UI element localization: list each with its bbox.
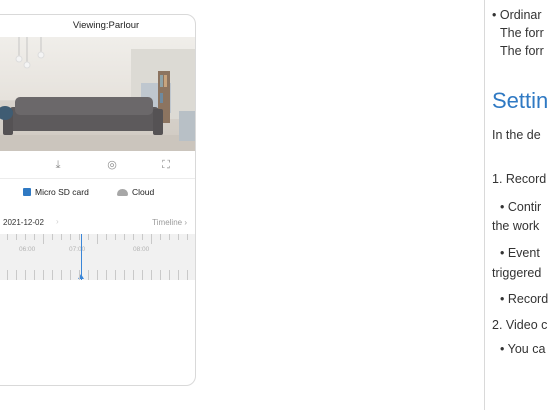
timeline-tick (7, 234, 8, 240)
timeline-tick (79, 270, 80, 280)
doc-line: The forr (500, 44, 544, 58)
timeline-tick (88, 270, 89, 280)
column-divider (484, 0, 485, 410)
timeline-tick (133, 234, 134, 240)
doc-line: 1. Record (492, 172, 547, 186)
section-heading: Settin (492, 88, 549, 113)
timeline-tick (169, 234, 170, 240)
living-room-scene (0, 37, 195, 151)
micro-sd-option[interactable]: Micro SD card (23, 187, 89, 197)
timeline-tick (124, 234, 125, 240)
doc-line: the work (492, 219, 540, 233)
timeline-tick (25, 270, 26, 280)
cloud-option[interactable]: Cloud (117, 187, 154, 197)
micro-sd-label: Micro SD card (35, 187, 89, 197)
timeline-tick (133, 270, 134, 280)
timeline-tick (70, 234, 71, 240)
timeline-tick (106, 270, 107, 280)
doc-line: • You ca (500, 342, 546, 356)
sd-card-icon (23, 188, 31, 196)
phone-panel: Viewing:Parlour ⤓ ◎ ⛶ Micro SD card Clou… (0, 14, 196, 386)
doc-line: triggered (492, 266, 542, 280)
timeline-tick (115, 270, 116, 280)
timeline-tick (160, 270, 161, 280)
timeline-tick (97, 234, 98, 244)
timeline-tick (142, 234, 143, 240)
timeline-label-0800: 08:00 (133, 246, 150, 253)
timeline-tick (115, 234, 116, 240)
playback-controls: ⤓ ◎ ⛶ (0, 152, 195, 179)
timeline-scrubber[interactable]: 06:00 07:00 08:00 (0, 234, 195, 280)
timeline-tick (88, 234, 89, 240)
cloud-icon (117, 188, 128, 196)
timeline-tick (151, 234, 152, 244)
download-icon[interactable]: ⤓ (51, 158, 65, 172)
timeline-tick (178, 270, 179, 280)
timeline-tick (16, 270, 17, 280)
live-video[interactable] (0, 37, 195, 151)
date-selector: 2021-12-02 › Timeline › (0, 215, 195, 235)
doc-line: • Contir (500, 200, 542, 214)
doc-line: • Event (500, 246, 540, 260)
timeline-tick (16, 234, 17, 240)
doc-line: The forr (500, 26, 544, 40)
timeline-tick (34, 270, 35, 280)
timeline-tick (61, 234, 62, 240)
timeline-tick (52, 270, 53, 280)
date-value[interactable]: 2021-12-02 (3, 218, 44, 227)
doc-line: • Record (500, 292, 549, 306)
timeline-tick (187, 234, 188, 240)
timeline-tick (25, 234, 26, 240)
timeline-tick (160, 234, 161, 240)
cloud-label: Cloud (132, 187, 155, 197)
timeline-tick (61, 270, 62, 280)
timeline-tick (106, 234, 107, 240)
storage-selector: Micro SD card Cloud (0, 180, 195, 206)
timeline-tick (43, 270, 44, 280)
timeline-tick (79, 234, 80, 240)
timeline-link[interactable]: Timeline › (152, 218, 187, 227)
next-date-icon[interactable]: › (56, 217, 59, 226)
document-column: • Ordinar The forr The forr Settin In th… (492, 0, 559, 410)
timeline-tick (34, 234, 35, 240)
fullscreen-icon[interactable]: ⛶ (159, 158, 173, 172)
timeline-label-0700: 07:00 (69, 246, 86, 253)
timeline-tick (97, 270, 98, 280)
timeline-tick (7, 270, 8, 280)
timeline-tick (187, 270, 188, 280)
timeline-label-0600: 06:00 (19, 246, 36, 253)
timeline-tick (124, 270, 125, 280)
timeline-tick (70, 270, 71, 280)
doc-line: 2. Video c (492, 318, 548, 332)
doc-line: In the de (492, 128, 541, 142)
timeline-tick (142, 270, 143, 280)
timeline-tick (178, 234, 179, 240)
chevron-right-icon: › (184, 218, 187, 227)
timeline-tick (43, 234, 44, 244)
timeline-tick (52, 234, 53, 240)
timeline-tick (169, 270, 170, 280)
viewing-title: Viewing:Parlour (72, 20, 140, 31)
doc-line: • Ordinar (492, 8, 542, 22)
timeline-tick (151, 270, 152, 280)
camera-icon[interactable]: ◎ (105, 158, 119, 172)
